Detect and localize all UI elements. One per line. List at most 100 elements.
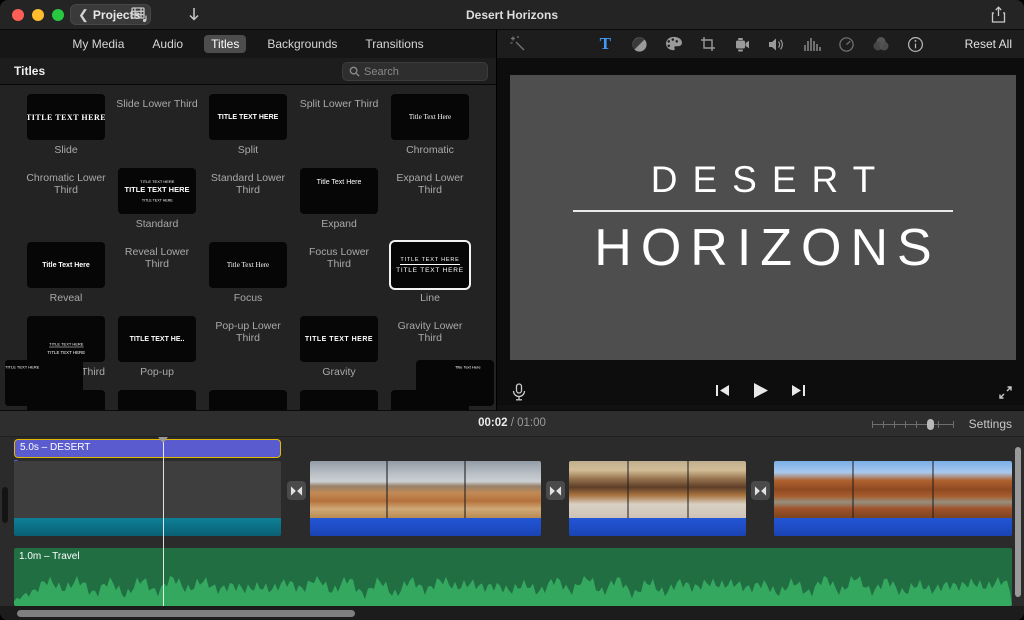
title-thumbnail[interactable]: TITLE TEXT HERE xyxy=(209,94,287,140)
title-clip-selected[interactable]: 5.0s – DESERT xyxy=(14,439,281,458)
titles-text-tool-icon[interactable]: T xyxy=(597,35,614,53)
filters-icon[interactable] xyxy=(872,35,890,53)
title-item-pop-up-lower-third[interactable]: TITLE TEXT H..Pop-up Lower Third xyxy=(205,316,291,390)
playhead-handle[interactable] xyxy=(158,437,168,443)
search-input[interactable] xyxy=(364,66,474,78)
title-item-split-lower-third[interactable]: TITLE TEXT HERESplit Lower Third xyxy=(296,94,382,168)
video-clip-rocks[interactable] xyxy=(310,461,541,536)
video-clip-placeholder[interactable] xyxy=(14,461,281,536)
title-item-split[interactable]: TITLE TEXT HERESplit xyxy=(205,94,291,168)
zoom-slider-thumb[interactable] xyxy=(927,419,934,430)
title-name-label: Reveal Lower Third xyxy=(114,246,200,270)
title-item[interactable] xyxy=(387,390,473,410)
title-item[interactable] xyxy=(205,390,291,410)
title-thumbnail[interactable]: TITLE TEXT HERETITLE TEXT HERETITLE TEXT… xyxy=(118,168,196,214)
enhance-wand-icon[interactable] xyxy=(509,35,527,53)
timeline-zoom-slider[interactable] xyxy=(872,423,954,426)
color-correction-icon[interactable] xyxy=(665,35,683,53)
play-button-icon[interactable] xyxy=(752,382,769,404)
title-item[interactable] xyxy=(23,390,109,410)
title-item[interactable] xyxy=(114,390,200,410)
search-icon xyxy=(349,66,360,77)
total-time: 01:00 xyxy=(517,417,546,429)
title-thumbnail[interactable]: Title Text Here xyxy=(391,94,469,140)
skip-back-icon[interactable] xyxy=(715,384,730,402)
skip-forward-icon[interactable] xyxy=(791,384,806,402)
tab-my-media[interactable]: My Media xyxy=(65,35,131,53)
music-clip-label: 1.0m – Travel xyxy=(19,551,80,562)
title-thumbnail[interactable]: Title Text Here xyxy=(27,242,105,288)
volume-icon[interactable] xyxy=(768,35,786,53)
title-item-standard-lower-third[interactable]: TITLE TEXT HERETITLE TEXT HEREStandard L… xyxy=(205,168,291,242)
video-preview[interactable]: DESERT HORIZONS xyxy=(510,75,1016,360)
title-preview-text: TITLE TEXT HERE xyxy=(218,114,279,121)
title-thumbnail[interactable] xyxy=(118,390,196,410)
timeline-horizontal-scrollbar[interactable] xyxy=(17,610,355,617)
title-preview-text: TITLE TEXT HERE xyxy=(124,185,189,194)
share-icon[interactable] xyxy=(991,6,1006,29)
stabilization-camera-icon[interactable] xyxy=(733,35,751,53)
title-preview-text: Title Text Here xyxy=(317,179,362,186)
fullscreen-icon[interactable] xyxy=(996,384,1014,402)
title-thumbnail[interactable]: Title Text Here xyxy=(209,242,287,288)
title-thumbnail[interactable]: TITLE TEXT HERE xyxy=(27,94,105,140)
title-item-line[interactable]: TITLE TEXT HERETITLE TEXT HERELine xyxy=(387,242,473,316)
title-preview-text: TITLE TEXT HERE xyxy=(400,257,459,266)
title-item-pop-up[interactable]: TITLE TEXT HE..Pop-up xyxy=(114,316,200,390)
transition-icon[interactable] xyxy=(546,481,565,500)
info-icon[interactable] xyxy=(907,35,924,53)
title-item-reveal-lower-third[interactable]: Title Text HereReveal Lower Third xyxy=(114,242,200,316)
title-item-chromatic[interactable]: Title Text HereChromatic xyxy=(387,94,473,168)
title-thumbnail[interactable]: TITLE TEXT HERETITLE TEXT HERE xyxy=(391,242,469,288)
settings-button[interactable]: Settings xyxy=(969,417,1012,431)
playhead[interactable] xyxy=(163,437,164,606)
timeline-hscroll-track xyxy=(0,606,1024,620)
tab-transitions[interactable]: Transitions xyxy=(358,35,430,53)
tab-backgrounds[interactable]: Backgrounds xyxy=(260,35,344,53)
titlebar: ❮ Projects Desert Horizons xyxy=(0,0,1024,30)
title-item-reveal[interactable]: Title Text HereReveal xyxy=(23,242,109,316)
video-clip-canyon[interactable] xyxy=(569,461,746,536)
title-preview-text: Title Text Here xyxy=(42,262,90,269)
title-item-slide[interactable]: TITLE TEXT HERESlide xyxy=(23,94,109,168)
title-item-chromatic-lower-third[interactable]: Title Text HereChromatic Lower Third xyxy=(23,168,109,242)
viewer: DESERT HORIZONS xyxy=(497,58,1024,405)
title-thumbnail[interactable] xyxy=(209,390,287,410)
title-name-label: Gravity xyxy=(322,366,355,378)
noise-reduction-eq-icon[interactable] xyxy=(803,35,821,53)
search-field[interactable] xyxy=(342,62,488,81)
title-item[interactable] xyxy=(296,390,382,410)
timeline-vertical-scrollbar[interactable] xyxy=(1015,447,1021,597)
video-clip-redrocks[interactable] xyxy=(774,461,1012,536)
title-thumbnail[interactable] xyxy=(300,390,378,410)
title-thumbnail[interactable]: TITLE TEXT HE.. xyxy=(118,316,196,362)
title-item-focus[interactable]: Title Text Here Focus xyxy=(205,242,291,316)
title-item-slide-lower-third[interactable]: TITLE TEXT HERESlide Lower Third xyxy=(114,94,200,168)
title-name-label: Split Lower Third xyxy=(300,98,379,110)
title-thumbnail[interactable]: TITLE TEXT HERETITLE TEXT HERE xyxy=(27,316,105,362)
title-preview-text: TITLE TEXT HERE xyxy=(47,350,85,355)
tab-titles[interactable]: Titles xyxy=(204,35,246,53)
title-name-label: Focus xyxy=(234,292,263,304)
title-thumbnail[interactable] xyxy=(391,390,469,410)
color-balance-icon[interactable] xyxy=(631,35,648,53)
crop-icon[interactable] xyxy=(700,35,717,53)
speed-gauge-icon[interactable] xyxy=(838,35,855,53)
title-thumbnail[interactable] xyxy=(27,390,105,410)
transition-icon[interactable] xyxy=(751,481,770,500)
title-item-standard[interactable]: TITLE TEXT HERETITLE TEXT HERETITLE TEXT… xyxy=(114,168,200,242)
title-preview-text: Title Text Here xyxy=(409,113,451,121)
title-item-gravity[interactable]: TITLE TEXT HERE Gravity xyxy=(296,316,382,390)
media-tabbar: My Media Audio Titles Backgrounds Transition… xyxy=(0,30,496,58)
transition-icon[interactable] xyxy=(287,481,306,500)
preview-title-line1: DESERT xyxy=(636,161,890,198)
title-thumbnail[interactable]: Title Text Here xyxy=(300,168,378,214)
reset-all-button[interactable]: Reset All xyxy=(965,37,1012,51)
title-thumbnail[interactable]: TITLE TEXT HERE xyxy=(300,316,378,362)
title-item-focus-lower-third[interactable]: Title Text HereFocus Lower Third xyxy=(296,242,382,316)
title-item-expand[interactable]: Title Text HereExpand xyxy=(296,168,382,242)
title-name-label: Standard Lower Third xyxy=(205,172,291,196)
tab-audio[interactable]: Audio xyxy=(145,35,190,53)
title-item-expand-lower-third[interactable]: Title Text HereExpand Lower Third xyxy=(387,168,473,242)
clip-audio-strip xyxy=(569,518,746,536)
